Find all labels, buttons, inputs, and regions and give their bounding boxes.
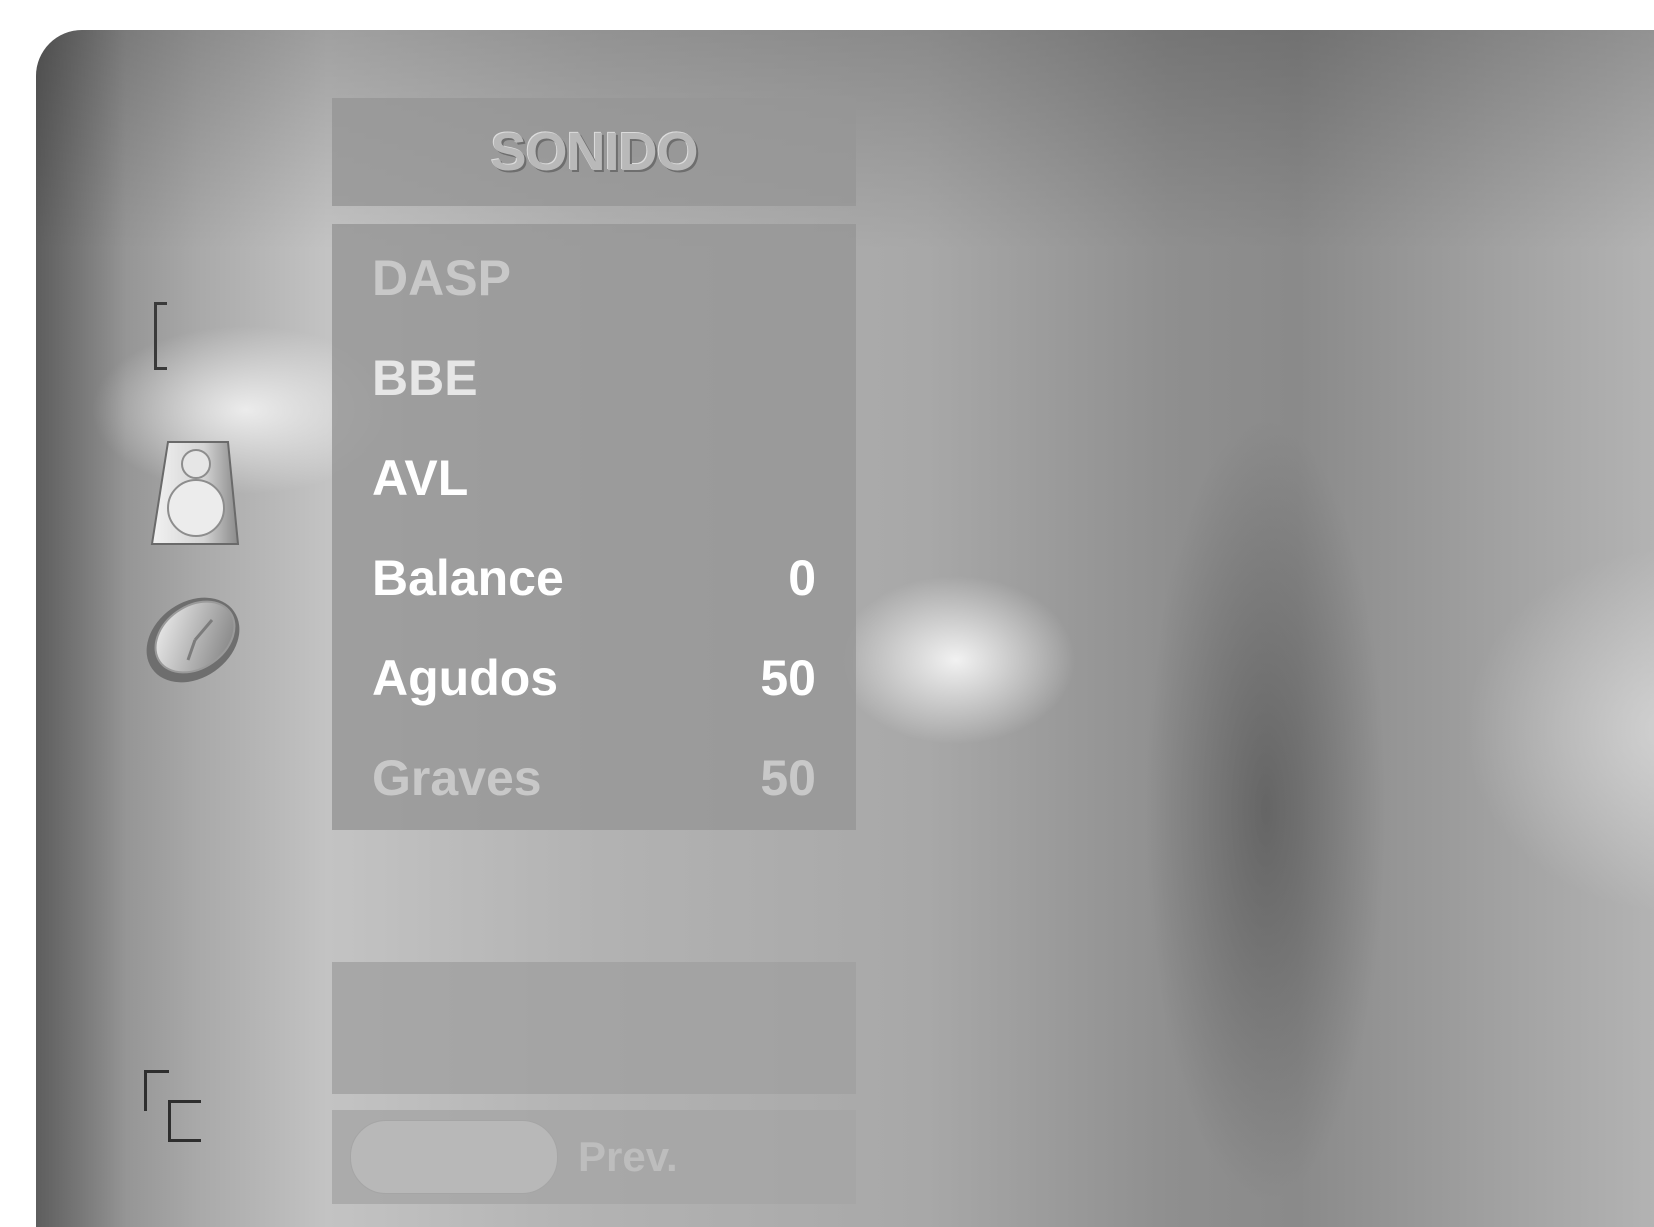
- menu-title-bar: SONIDO: [332, 98, 856, 206]
- menu-item-label: Graves: [372, 750, 542, 806]
- tv-screen: SONIDO DASP BBE AVL Balance 0 Agudos 50 …: [36, 30, 1654, 1227]
- menu-item-label: BBE: [372, 350, 478, 406]
- menu-list: DASP BBE AVL Balance 0 Agudos 50 Graves …: [332, 224, 856, 830]
- menu-item-value: 50: [760, 750, 816, 806]
- menu-item-value: 50: [760, 650, 816, 706]
- menu-item-value: 0: [788, 550, 816, 606]
- info-box: [332, 962, 856, 1094]
- menu-title: SONIDO: [490, 122, 698, 182]
- menu-item-avl[interactable]: AVL: [332, 428, 856, 528]
- menu-item-label: AVL: [372, 450, 469, 506]
- menu-item-label: Balance: [372, 550, 564, 606]
- footer-bar: Prev.: [332, 1110, 856, 1204]
- menu-item-agudos[interactable]: Agudos 50: [332, 628, 856, 728]
- menu-item-label: Agudos: [372, 650, 559, 706]
- prev-button[interactable]: [350, 1120, 558, 1194]
- menu-item-balance[interactable]: Balance 0: [332, 528, 856, 628]
- prev-label: Prev.: [578, 1133, 678, 1180]
- menu-item-graves[interactable]: Graves 50: [332, 728, 856, 828]
- menu-item-bbe[interactable]: BBE: [332, 328, 856, 428]
- menu-item-dasp[interactable]: DASP: [332, 228, 856, 328]
- clock-icon[interactable]: [140, 590, 246, 690]
- corner-bracket-icon[interactable]: [144, 1070, 206, 1142]
- menu-item-label: DASP: [372, 250, 511, 306]
- bracket-icon[interactable]: [154, 302, 167, 370]
- speaker-icon[interactable]: [150, 440, 240, 548]
